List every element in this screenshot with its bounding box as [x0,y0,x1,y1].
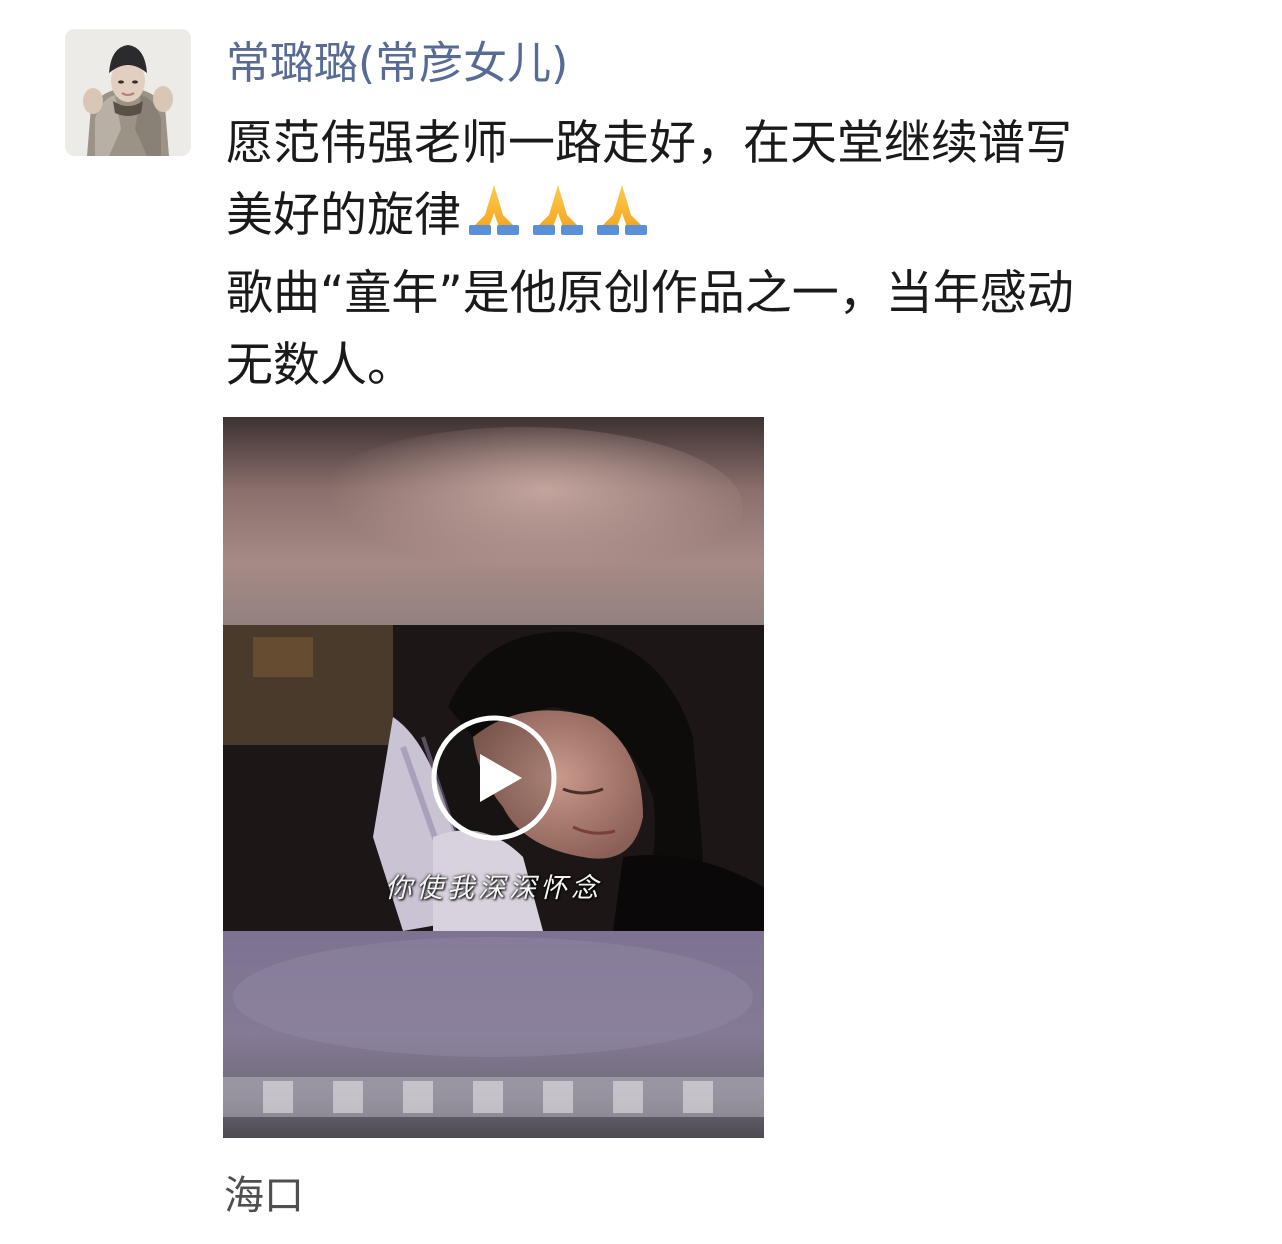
post-text-line: 美好的旋律 [226,188,461,243]
location-label[interactable]: 海口 [224,1168,304,1224]
author-name[interactable]: 常璐璐(常彦女儿) [226,34,568,94]
post-text-line: 无数人。 [226,338,414,393]
folded-hands-icon [591,181,653,258]
avatar[interactable] [65,29,191,156]
video-subtitle: 你使我深深怀念 [385,873,602,904]
post-text-line: 歌曲“童年”是他原创作品之一，当年感动 [226,266,1074,321]
folded-hands-icon [527,181,589,258]
play-icon [431,715,557,841]
post-text-line: 愿范伟强老师一路走好，在天堂继续谱写 [226,116,1072,171]
play-button[interactable] [430,714,558,842]
folded-hands-icon [463,181,525,258]
post-text-line-with-emoji: 美好的旋律 [226,180,1236,258]
moments-post: 常璐璐(常彦女儿) 愿范伟强老师一路走好，在天堂继续谱写 美好的旋律 歌曲“童年… [0,0,1282,1244]
post-text: 愿范伟强老师一路走好，在天堂继续谱写 美好的旋律 歌曲“童年”是他原创作品之一，… [226,108,1236,402]
avatar-photo [65,29,191,156]
